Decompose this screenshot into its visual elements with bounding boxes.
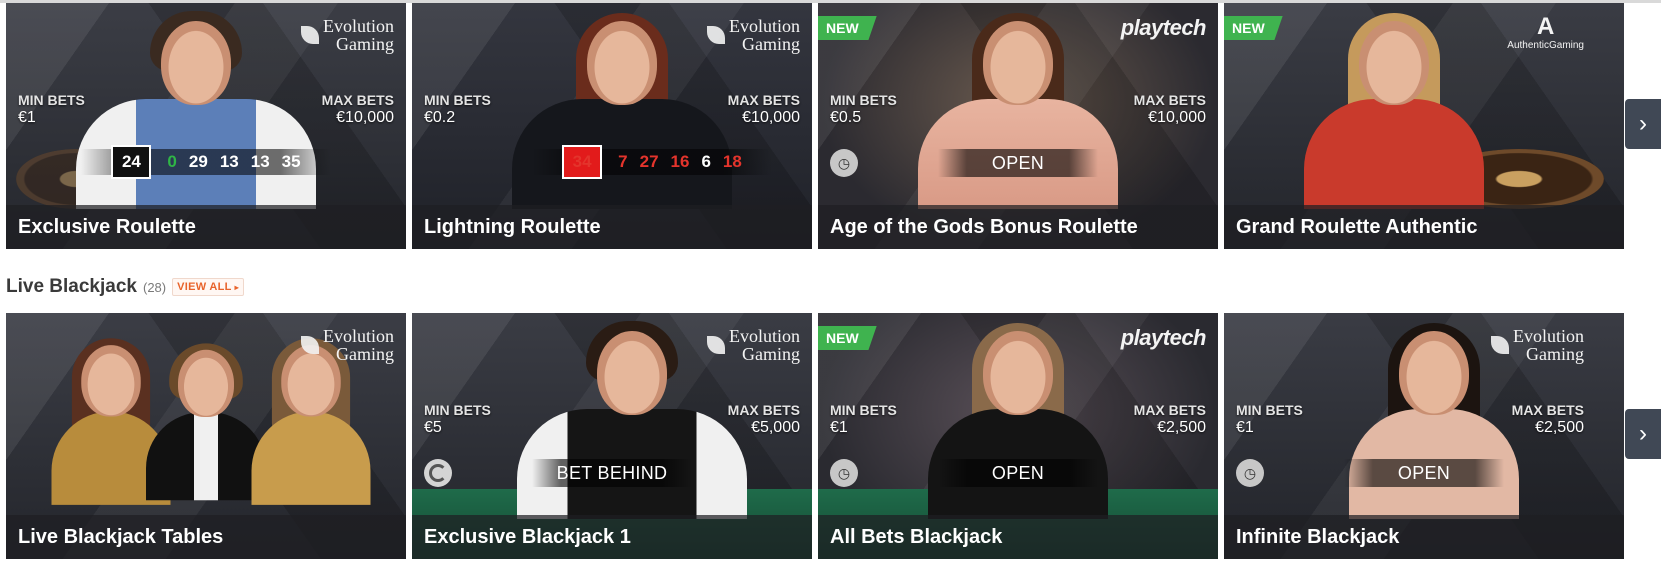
table-status: BET BEHIND bbox=[412, 459, 812, 487]
result-number: 27 bbox=[639, 152, 659, 171]
dealer-image bbox=[512, 13, 732, 209]
dealer-image bbox=[146, 343, 266, 501]
status-label: OPEN bbox=[1344, 459, 1504, 487]
clock-icon: ◷ bbox=[1236, 459, 1264, 487]
max-bets: MAX BETS €10,000 bbox=[727, 92, 800, 126]
roulette-row: Evolution Gaming MIN BETS €1 MAX BETS €1… bbox=[6, 3, 1661, 249]
max-bets: MAX BETS €10,000 bbox=[1133, 92, 1206, 126]
game-tile-exclusive-blackjack-1[interactable]: Evolution Gaming MIN BETS €5 MAX BETS €5… bbox=[412, 313, 812, 559]
caret-right-icon: ▸ bbox=[234, 282, 239, 292]
evolution-gaming-logo: Evolution Gaming bbox=[301, 327, 394, 363]
result-number: 6 bbox=[701, 152, 711, 171]
result-number: 0 bbox=[167, 152, 177, 171]
clock-icon: ◷ bbox=[830, 459, 858, 487]
game-title[interactable]: Age of the Gods Bonus Roulette bbox=[818, 205, 1218, 249]
max-bets: MAX BETS €10,000 bbox=[321, 92, 394, 126]
result-number: 13 bbox=[219, 152, 239, 171]
leaf-icon bbox=[707, 336, 725, 354]
authentic-gaming-logo: A AuthenticGaming bbox=[1507, 13, 1584, 51]
min-bets: MIN BETS €1 bbox=[1236, 402, 1303, 436]
result-number: 34 bbox=[562, 145, 603, 179]
clock-icon: ◷ bbox=[830, 149, 858, 177]
dealer-image bbox=[1304, 13, 1484, 209]
game-title[interactable]: Exclusive Blackjack 1 bbox=[412, 515, 812, 559]
game-tile-exclusive-roulette[interactable]: Evolution Gaming MIN BETS €1 MAX BETS €1… bbox=[6, 3, 406, 249]
min-bets: MIN BETS €1 bbox=[18, 92, 85, 126]
result-number: 13 bbox=[250, 152, 270, 171]
evolution-gaming-logo: Evolution Gaming bbox=[707, 17, 800, 53]
min-bets: MIN BETS €5 bbox=[424, 402, 491, 436]
result-number: 24 bbox=[111, 145, 152, 179]
table-status: ◷ OPEN bbox=[818, 459, 1218, 487]
new-badge: NEW bbox=[1224, 16, 1283, 40]
view-all-button[interactable]: VIEW ALL ▸ bbox=[172, 278, 244, 296]
playtech-logo: playtech bbox=[1120, 15, 1207, 40]
section-count: (28) bbox=[142, 279, 167, 295]
result-number: 18 bbox=[722, 152, 742, 171]
game-tile-lightning-roulette[interactable]: Evolution Gaming MIN BETS €0.2 MAX BETS … bbox=[412, 3, 812, 249]
bet-behind-icon bbox=[424, 459, 452, 487]
game-tile-all-bets-blackjack[interactable]: NEW playtech MIN BETS €1 MAX BETS €2,500… bbox=[818, 313, 1218, 559]
carousel-next-button[interactable]: › bbox=[1625, 99, 1661, 149]
leaf-icon bbox=[707, 26, 725, 44]
new-badge: NEW bbox=[818, 326, 877, 350]
game-title[interactable]: All Bets Blackjack bbox=[818, 515, 1218, 559]
recent-results: 24 0 29 13 13 35 bbox=[6, 145, 406, 179]
game-title[interactable]: Infinite Blackjack bbox=[1224, 515, 1624, 559]
status-label: OPEN bbox=[938, 149, 1098, 177]
result-number: 35 bbox=[281, 152, 301, 171]
game-title[interactable]: Grand Roulette Authentic bbox=[1224, 205, 1624, 249]
leaf-icon bbox=[301, 336, 319, 354]
game-title[interactable]: Lightning Roulette bbox=[412, 205, 812, 249]
evolution-gaming-logo: Evolution Gaming bbox=[1491, 327, 1584, 363]
evolution-gaming-logo: Evolution Gaming bbox=[707, 327, 800, 363]
game-tile-live-blackjack-tables[interactable]: Evolution Gaming Live Blackjack Tables bbox=[6, 313, 406, 559]
result-number: 16 bbox=[670, 152, 690, 171]
table-status: ◷ OPEN bbox=[1224, 459, 1624, 487]
status-label: OPEN bbox=[938, 459, 1098, 487]
max-bets: MAX BETS €2,500 bbox=[1133, 402, 1206, 436]
dealer-image bbox=[918, 13, 1118, 209]
max-bets: MAX BETS €2,500 bbox=[1511, 402, 1584, 436]
recent-results: 34 7 27 16 6 18 bbox=[492, 145, 812, 179]
leaf-icon bbox=[301, 26, 319, 44]
min-bets: MIN BETS €0.2 bbox=[424, 92, 491, 126]
game-title[interactable]: Exclusive Roulette bbox=[6, 205, 406, 249]
leaf-icon bbox=[1491, 336, 1509, 354]
dealer-image bbox=[76, 11, 316, 209]
status-label: BET BEHIND bbox=[532, 459, 692, 487]
min-bets: MIN BETS €1 bbox=[830, 402, 897, 436]
game-title[interactable]: Live Blackjack Tables bbox=[6, 515, 406, 559]
authentic-a-icon: A bbox=[1536, 13, 1555, 40]
new-badge: NEW bbox=[818, 16, 877, 40]
evolution-gaming-logo: Evolution Gaming bbox=[301, 17, 394, 53]
playtech-logo: playtech bbox=[1120, 325, 1207, 350]
carousel-next-button[interactable]: › bbox=[1625, 409, 1661, 459]
blackjack-row: Evolution Gaming Live Blackjack Tables E… bbox=[6, 313, 1661, 559]
game-tile-grand-roulette-authentic[interactable]: NEW A AuthenticGaming Grand Roulette Aut… bbox=[1224, 3, 1624, 249]
min-bets: MIN BETS €0.5 bbox=[830, 92, 897, 126]
game-tile-infinite-blackjack[interactable]: Evolution Gaming MIN BETS €1 MAX BETS €2… bbox=[1224, 313, 1624, 559]
section-header-live-blackjack: Live Blackjack (28) VIEW ALL ▸ bbox=[6, 274, 244, 300]
max-bets: MAX BETS €5,000 bbox=[727, 402, 800, 436]
result-number: 7 bbox=[618, 152, 628, 171]
section-title: Live Blackjack bbox=[6, 276, 137, 297]
dealer-image bbox=[251, 338, 371, 505]
dealer-image bbox=[928, 323, 1108, 519]
chevron-right-icon: › bbox=[1639, 110, 1647, 137]
table-status: ◷ OPEN bbox=[818, 149, 1218, 177]
chevron-right-icon: › bbox=[1639, 420, 1647, 447]
game-tile-age-of-the-gods-bonus-roulette[interactable]: NEW playtech MIN BETS €0.5 MAX BETS €10,… bbox=[818, 3, 1218, 249]
result-number: 29 bbox=[188, 152, 208, 171]
